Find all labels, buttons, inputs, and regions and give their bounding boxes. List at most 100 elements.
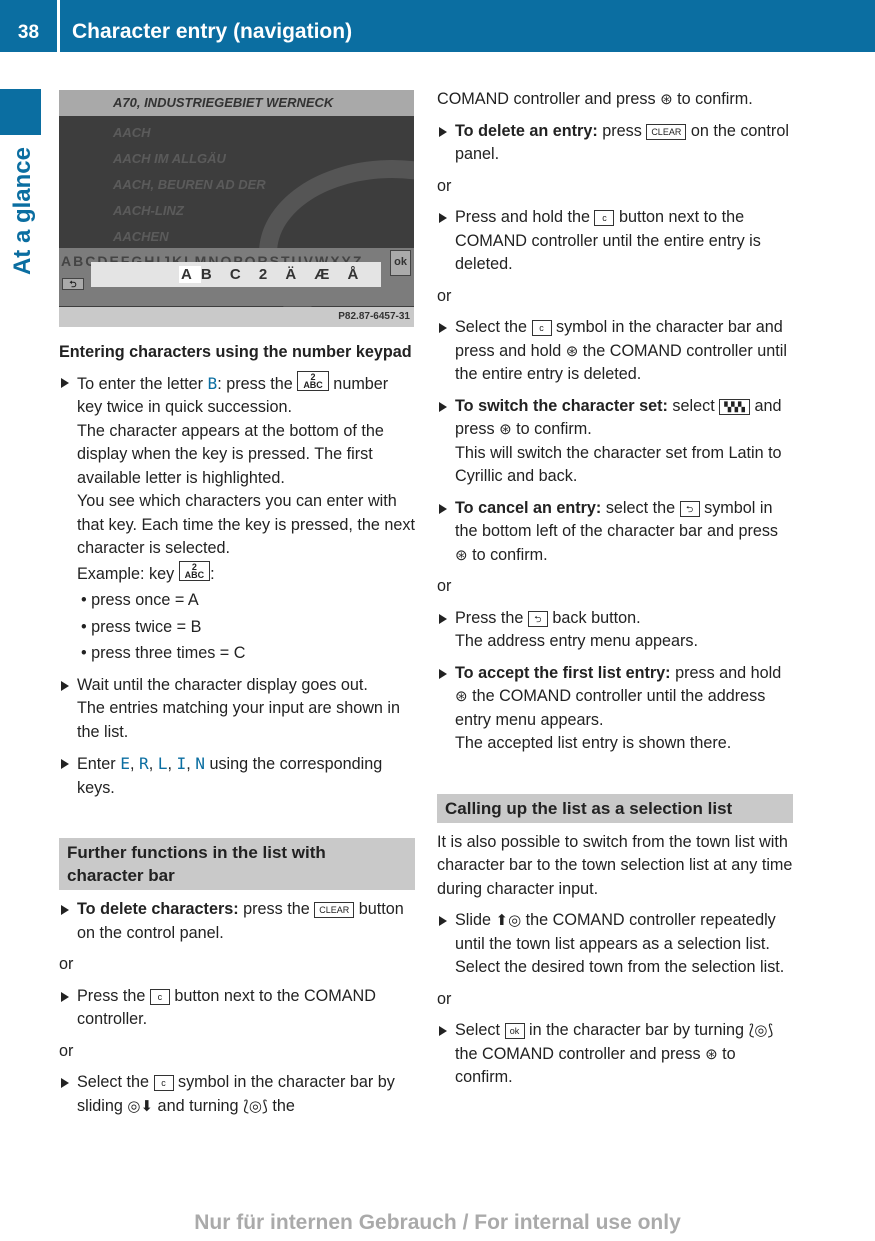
entry-letter: L (157, 754, 168, 773)
ok-key: ok (390, 250, 411, 276)
back-button-icon: ⮌ (527, 610, 548, 627)
step-lead: To switch the character set: (455, 396, 668, 415)
slide-down-icon: ◎⬇ (127, 1097, 154, 1115)
page-title: Character entry (navigation) (60, 0, 875, 52)
screen-illustration: A70, INDUSTRIEGEBIET WERNECK AACH AACH I… (59, 90, 414, 327)
step-lead: To accept the first list entry: (455, 663, 671, 682)
step-text: Press the c button next to the COMAND co… (77, 986, 376, 1029)
step-text: Enter E, R, L, I, N using the correspond… (77, 754, 383, 797)
instruction-step: To delete characters: press the CLEAR bu… (59, 898, 415, 945)
instruction-step: Select the c symbol in the character bar… (437, 316, 793, 387)
subheading: Entering characters using the number key… (59, 343, 412, 361)
character-popup: AB C 2 Ä Æ Å (91, 262, 381, 287)
selected-character: A (179, 266, 201, 283)
step-text: Wait until the character display goes ou… (77, 675, 368, 694)
or-separator: or (59, 1041, 74, 1060)
bullet-item: • press twice = B (81, 617, 202, 636)
press-icon: ⊛ (455, 546, 468, 564)
step-lead: To cancel an entry: (455, 498, 602, 517)
entry-letter: I (176, 754, 187, 773)
bullet-item: • press three times = C (81, 644, 246, 662)
watermark: Nur für internen Gebrauch / For internal… (194, 1211, 681, 1234)
step-text: Press the ⮌ back button. (455, 608, 641, 627)
c-symbol-icon: c (153, 1075, 174, 1091)
instruction-step: Select ok in the character bar by turnin… (437, 1019, 793, 1090)
town-item: AACHEN (113, 229, 169, 244)
press-icon: ⊛ (705, 1045, 718, 1063)
step-note: The character appears at the bottom of t… (77, 421, 384, 487)
step-note: The entries matching your input are show… (77, 699, 401, 741)
right-body: COMAND controller and press ⊛ to confirm… (437, 88, 793, 1090)
press-icon: ⊛ (455, 688, 468, 705)
screen-title: A70, INDUSTRIEGEBIET WERNECK (59, 90, 414, 116)
c-button-icon: c (149, 988, 170, 1005)
paragraph: It is also possible to switch from the t… (437, 832, 793, 898)
step-text: To accept the first list entry: press an… (455, 663, 782, 729)
instruction-step: To switch the character set: select ▚▚▚ … (437, 395, 793, 489)
section-heading: Calling up the list as a selection list (437, 793, 793, 823)
entry-letter: E (120, 754, 130, 773)
town-item: AACH-LINZ (113, 203, 184, 218)
step-note: Select the desired town from the selecti… (455, 958, 785, 976)
step-text: To switch the character set: select ▚▚▚ … (455, 396, 782, 439)
town-item: AACH (113, 125, 151, 140)
step-text: Select the c symbol in the character bar… (77, 1073, 395, 1115)
c-symbol-icon: c (531, 320, 552, 336)
instruction-step: Wait until the character display goes ou… (59, 674, 415, 745)
entry-letter: N (195, 754, 205, 773)
c-button-icon: c (594, 210, 615, 226)
key-2-icon: 2 ABC (297, 370, 329, 391)
instruction-step: Slide ⬆◎ the COMAND controller repeatedl… (437, 909, 793, 980)
step-text: Select ok in the character bar by turnin… (455, 1021, 774, 1086)
or-separator: or (437, 286, 452, 305)
press-icon: ⊛ (565, 342, 579, 360)
step-text: To cancel an entry: select the ⮌ symbol … (455, 498, 779, 564)
left-column: A70, INDUSTRIEGEBIET WERNECK AACH AACH I… (59, 88, 415, 1126)
page-number: 38 (0, 0, 57, 52)
cancel-symbol-icon: ⮌ (679, 500, 700, 517)
step-text: To delete an entry: press CLEAR on the c… (455, 121, 789, 164)
entry-letter: B (207, 373, 218, 393)
right-column: COMAND controller and press ⊛ to confirm… (437, 88, 793, 1098)
step-note: Example: key 2 ABC: (77, 560, 215, 583)
side-tab-marker (0, 89, 41, 135)
section-heading: Further functions in the list with chara… (59, 838, 415, 890)
ok-icon: ok (504, 1023, 525, 1039)
step-text: Slide ⬆◎ the COMAND controller repeatedl… (455, 911, 776, 953)
turn-icon: ⟅◎⟆ (243, 1097, 268, 1115)
step-note: The address entry menu appears. (455, 632, 698, 650)
step-text: Press and hold the c button next to the … (455, 208, 761, 273)
slide-up-icon: ⬆◎ (495, 912, 522, 929)
step-note: This will switch the character set from … (455, 443, 782, 486)
left-body: Entering characters using the number key… (59, 341, 415, 1118)
or-separator: or (59, 955, 74, 973)
entry-letter: R (138, 754, 149, 773)
or-separator: or (437, 989, 452, 1008)
town-list: AACH AACH IM ALLGÄU AACH, BEUREN AD DER … (113, 120, 266, 250)
bullet-item: • press once = A (81, 591, 199, 609)
step-text: To delete characters: press the CLEAR bu… (77, 900, 404, 942)
turn-icon: ⟅◎⟆ (748, 1022, 774, 1039)
step-note: The accepted list entry is shown there. (455, 734, 732, 752)
step-note: You see which characters you can enter w… (77, 492, 416, 557)
clear-button-icon: CLEAR (314, 902, 355, 918)
or-separator: or (437, 176, 452, 195)
step-lead: To delete characters: (77, 900, 239, 918)
instruction-step: Enter E, R, L, I, N using the correspond… (59, 752, 415, 800)
step-lead: To delete an entry: (455, 121, 598, 140)
side-tab-label: At a glance (9, 146, 36, 276)
instruction-step: To enter the letter B: press the 2 ABC nu… (59, 370, 416, 666)
instruction-step: To delete an entry: press CLEAR on the c… (437, 120, 793, 167)
step-text: To enter the letter B: press the 2 ABC nu… (77, 370, 389, 416)
paragraph: COMAND controller and press ⊛ to confirm… (437, 90, 753, 108)
key-2-icon: 2 ABC (178, 560, 211, 581)
or-separator: or (437, 577, 452, 595)
press-icon: ⊛ (660, 91, 673, 108)
instruction-step: Press the ⮌ back button. The address entr… (437, 607, 793, 654)
instruction-step: To accept the first list entry: press an… (437, 662, 793, 756)
back-key: ⮌ (62, 278, 84, 290)
town-item: AACH, BEUREN AD DER (113, 177, 266, 192)
clear-button-icon: CLEAR (646, 123, 687, 140)
town-item: AACH IM ALLGÄU (113, 151, 226, 166)
instruction-step: Press and hold the c button next to the … (437, 206, 793, 277)
